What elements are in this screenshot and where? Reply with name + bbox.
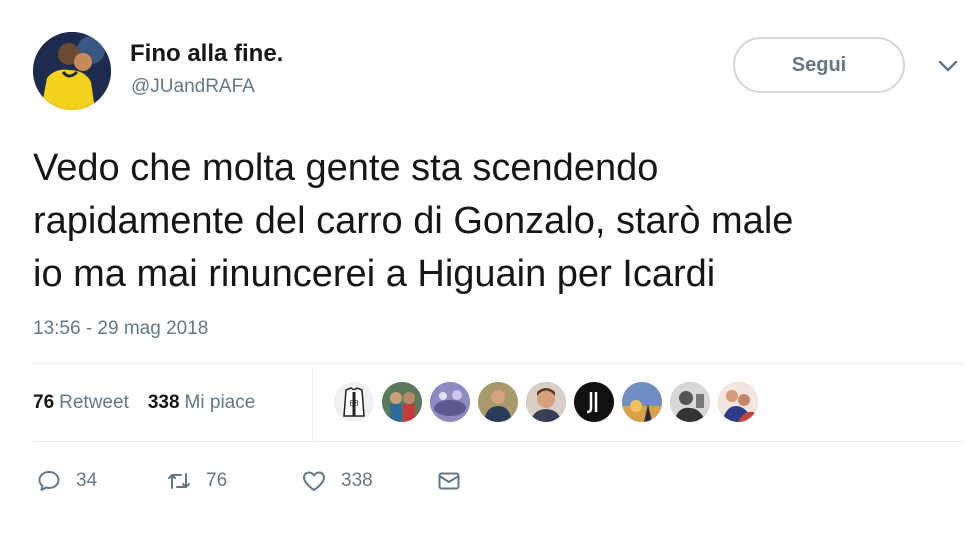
liker-avatar[interactable] <box>382 382 422 422</box>
reply-button[interactable]: 34 <box>36 468 166 494</box>
player-avatar-icon <box>478 382 518 422</box>
portrait-avatar-icon <box>526 382 566 422</box>
liker-avatars: 88 <box>334 382 766 422</box>
retweet-label: Retweet <box>59 392 129 413</box>
message-button[interactable] <box>436 468 462 494</box>
reply-icon <box>38 471 60 491</box>
tweet-text: Vedo che molta gente sta scendendo rapid… <box>33 142 963 301</box>
divider <box>33 363 963 364</box>
follow-button[interactable]: Segui <box>733 37 905 93</box>
tweet-line: rapidamente del carro di Gonzalo, starò … <box>33 200 794 242</box>
liker-avatar[interactable] <box>574 382 614 422</box>
like-button[interactable]: 338 <box>301 468 436 494</box>
divider <box>33 441 963 442</box>
like-count: 338 <box>147 392 180 413</box>
author-name[interactable]: Fino alla fine. <box>130 40 283 68</box>
liker-avatar[interactable] <box>526 382 566 422</box>
retweet-count: 76 <box>33 392 55 413</box>
team-photo-avatar-icon <box>382 382 422 422</box>
crowd-avatar-icon <box>718 382 758 422</box>
retweet-stat[interactable]: 76 Retweet <box>33 392 129 414</box>
author-handle[interactable]: @JUandRAFA <box>131 76 255 98</box>
liker-avatar[interactable] <box>622 382 662 422</box>
chevron-down-icon[interactable] <box>937 58 959 74</box>
jersey-avatar-icon: 88 <box>343 387 365 417</box>
juventus-logo-avatar-icon <box>574 382 614 422</box>
tweet-line: Vedo che molta gente sta scendendo <box>33 147 659 189</box>
like-count: 338 <box>341 470 373 491</box>
heart-icon <box>303 471 325 491</box>
liker-avatar[interactable]: 88 <box>334 382 374 422</box>
retweet-count: 76 <box>206 470 228 491</box>
stadium-avatar-icon <box>430 382 470 422</box>
mail-icon <box>438 472 460 490</box>
player-avatar-icon <box>33 32 111 110</box>
like-stat[interactable]: 338 Mi piace <box>148 392 255 414</box>
sunset-avatar-icon <box>622 382 662 422</box>
tweet-actions: 34 76 338 <box>36 468 462 494</box>
reply-count: 34 <box>76 470 98 491</box>
divider <box>312 368 313 442</box>
svg-text:88: 88 <box>350 399 359 408</box>
liker-avatar[interactable] <box>478 382 518 422</box>
tweet-line: io ma mai rinuncerei a Higuain per Icard… <box>33 253 716 295</box>
author-avatar[interactable] <box>33 32 111 110</box>
liker-avatar[interactable] <box>670 382 710 422</box>
bw-photo-avatar-icon <box>670 382 710 422</box>
liker-avatar[interactable] <box>718 382 758 422</box>
retweet-icon <box>168 473 190 489</box>
tweet-timestamp[interactable]: 13:56 - 29 mag 2018 <box>33 318 208 340</box>
like-label: Mi piace <box>184 392 256 413</box>
liker-avatar[interactable] <box>430 382 470 422</box>
retweet-button[interactable]: 76 <box>166 468 301 494</box>
tweet-stats: 76 Retweet 338 Mi piace <box>33 392 274 414</box>
